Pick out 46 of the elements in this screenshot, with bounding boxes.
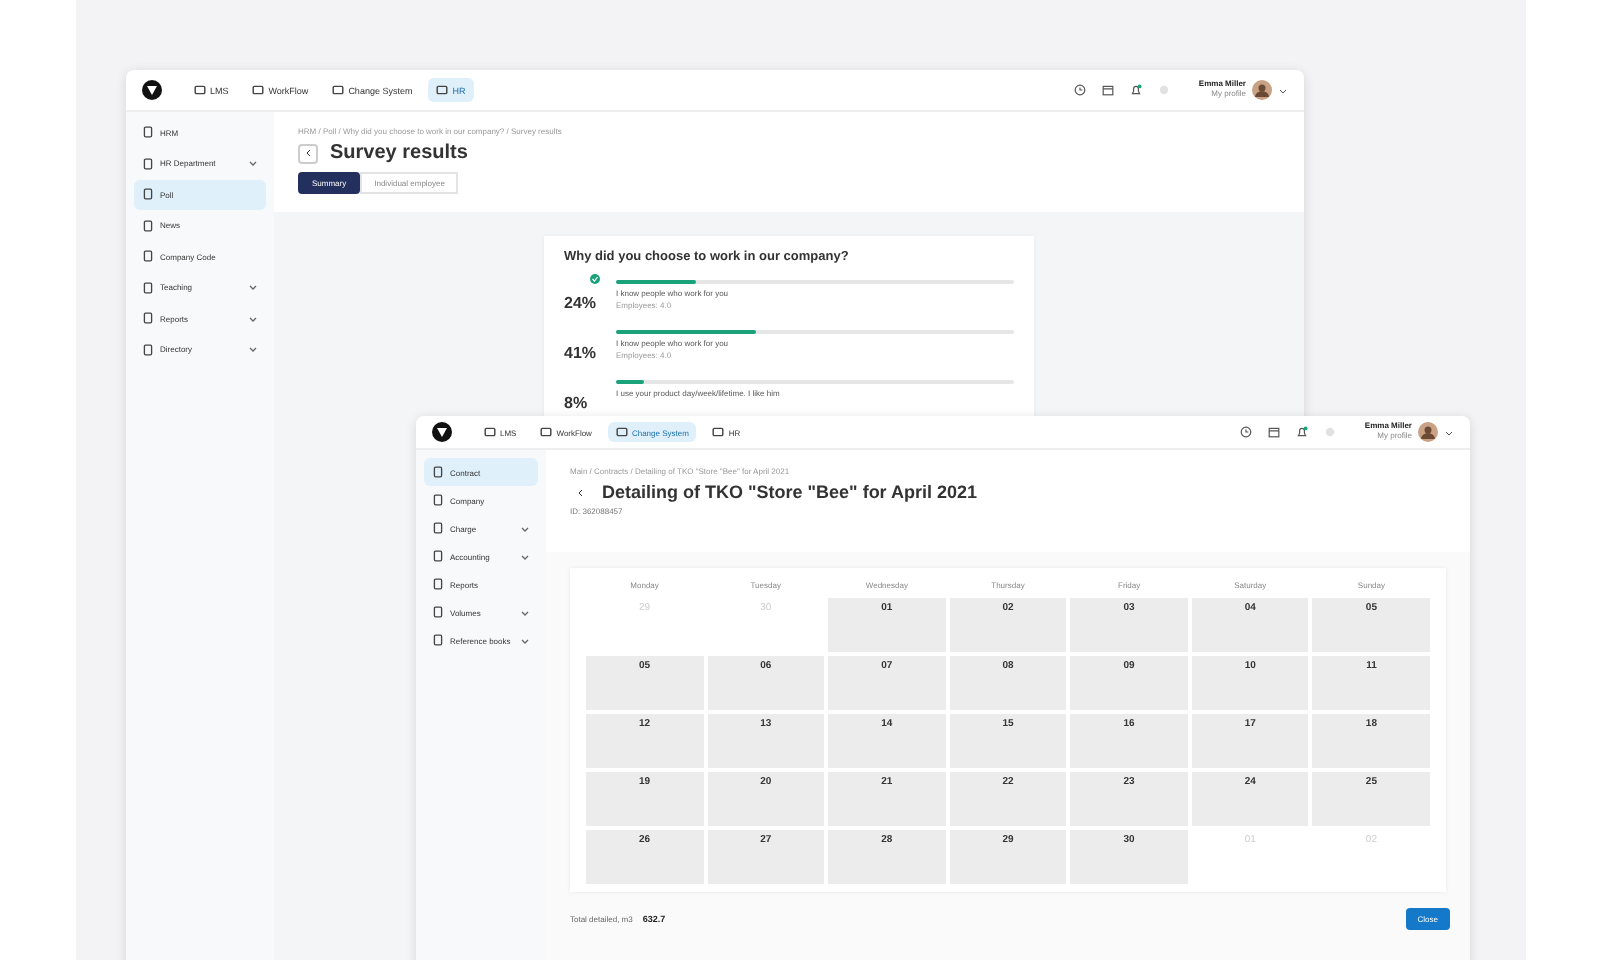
clock-icon[interactable] [1074, 84, 1087, 96]
chevron-icon[interactable] [248, 282, 258, 293]
page-icon [432, 550, 444, 562]
chevron-icon[interactable] [520, 523, 530, 533]
nav-icon [252, 84, 265, 96]
percent-value: 8% [564, 394, 588, 413]
nav-icon [540, 426, 553, 438]
nav-icon [712, 426, 725, 438]
page-icon [142, 157, 154, 170]
calendar-icon[interactable] [1102, 84, 1115, 96]
bell-icon[interactable] [1296, 426, 1309, 438]
chevron-icon[interactable] [248, 158, 258, 169]
page-icon [142, 312, 154, 325]
page-icon [432, 466, 444, 478]
logo-icon [432, 422, 452, 442]
page-icon [432, 634, 444, 646]
chevron-icon[interactable] [248, 344, 258, 355]
page-title: Survey results [330, 142, 468, 164]
bell-icon[interactable] [1130, 84, 1143, 96]
nav-icon [436, 84, 449, 96]
page-icon [432, 606, 444, 618]
nav-icon [332, 84, 345, 96]
logo-icon [142, 80, 162, 100]
chevron-icon[interactable] [520, 635, 530, 645]
clock-icon[interactable] [1240, 426, 1253, 438]
page-icon [432, 578, 444, 590]
avatar[interactable] [1252, 80, 1272, 100]
percent-value: 24% [564, 294, 597, 313]
page-icon [142, 281, 154, 294]
nav-icon [194, 84, 206, 96]
percent-value: 41% [564, 344, 597, 363]
page-icon [142, 188, 154, 201]
calendar-icon[interactable] [1268, 426, 1281, 438]
page-icon [142, 343, 154, 356]
page-icon [142, 219, 154, 232]
avatar[interactable] [1418, 422, 1438, 442]
chevron-icon[interactable] [248, 313, 258, 324]
page-title: Detailing of TKO "Store "Bee" for April 2021 [602, 482, 978, 502]
nav-icon [615, 426, 628, 438]
page-icon [142, 250, 154, 263]
page-icon [432, 522, 444, 534]
page-icon [432, 494, 444, 506]
chevron-icon[interactable] [520, 551, 530, 561]
nav-icon [484, 426, 496, 438]
chevron-icon[interactable] [520, 607, 530, 617]
page-icon [142, 126, 154, 139]
